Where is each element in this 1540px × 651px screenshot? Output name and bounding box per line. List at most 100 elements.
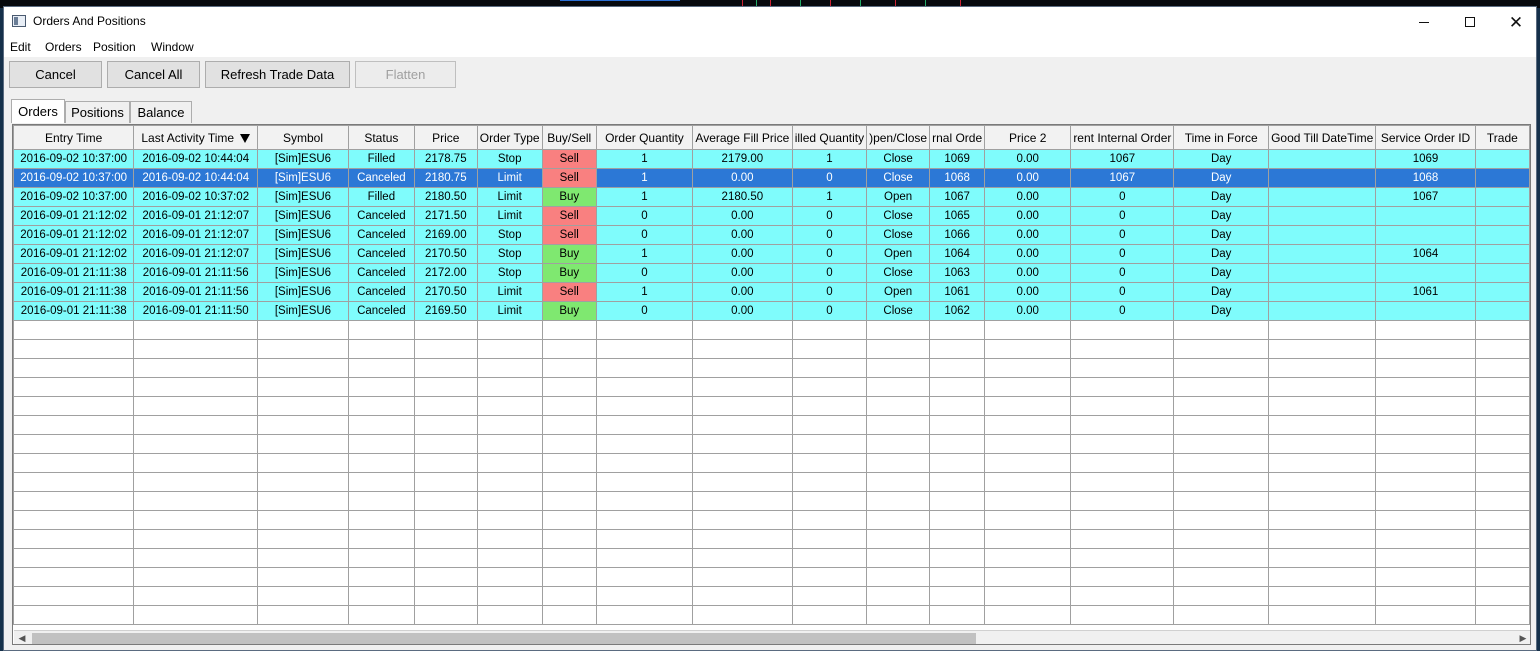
empty-cell [691,434,793,454]
cancel-button[interactable]: Cancel [9,61,102,88]
scroll-right-icon[interactable]: ▶ [1515,631,1530,644]
table-row[interactable]: 2016-09-01 21:12:02 2016-09-01 21:12:07 [S… [13,244,1530,264]
menu-position[interactable]: Position [93,40,136,54]
empty-cell [791,320,868,340]
column-header[interactable]: illed Quantity [791,125,868,150]
empty-cell [1070,339,1175,359]
menu-edit[interactable]: Edit [10,40,31,54]
flatten-button[interactable]: Flatten [355,61,456,88]
column-header-label: Good Till DateTime [1271,130,1374,145]
column-header[interactable]: Price [413,125,478,150]
column-header[interactable]: Trade [1474,125,1530,150]
empty-cell [1173,567,1270,587]
table-row[interactable]: 2016-09-02 10:37:00 2016-09-02 10:44:04 [S… [13,168,1530,188]
empty-cell [13,339,135,359]
table-cell: Close [866,301,931,321]
column-header[interactable]: Service Order ID [1375,125,1476,150]
empty-cell [347,453,415,473]
table-cell: 2016-09-01 21:11:50 [133,301,259,321]
table-cell: 0.00 [984,187,1072,207]
table-cell: Limit [476,282,543,302]
empty-cell [413,586,478,606]
empty-cell [133,548,259,568]
menu-orders[interactable]: Orders [45,40,82,54]
table-cell: 2016-09-01 21:11:38 [13,282,135,302]
column-header-label: Last Activity Time [141,130,235,145]
table-cell: Filled [347,187,415,207]
table-row[interactable]: 2016-09-02 10:37:00 2016-09-02 10:44:04 [S… [13,149,1530,169]
empty-cell [929,339,986,359]
table-cell: 2016-09-01 21:11:56 [133,282,259,302]
column-header[interactable]: rent Internal Order [1070,125,1175,150]
table-row[interactable]: 2016-09-01 21:11:38 2016-09-01 21:11:56 [S… [13,263,1530,283]
empty-cell [929,605,986,625]
column-header[interactable]: Status [347,125,415,150]
empty-cell [133,415,259,435]
table-cell: 0 [1070,263,1175,283]
empty-cell [541,491,597,511]
empty-cell [1375,529,1476,549]
table-cell: Canceled [347,263,415,283]
empty-cell [413,434,478,454]
column-header[interactable]: Price 2 [984,125,1072,150]
empty-cell [257,567,349,587]
table-cell: Limit [476,206,543,226]
table-cell: 1062 [929,301,986,321]
column-header[interactable]: Average Fill Price [691,125,793,150]
table-cell: 0.00 [984,206,1072,226]
table-row[interactable]: 2016-09-02 10:37:00 2016-09-02 10:37:02 [S… [13,187,1530,207]
empty-cell [691,396,793,416]
empty-cell [866,567,931,587]
empty-cell [347,529,415,549]
column-header[interactable]: Last Activity Time [133,125,259,150]
table-cell: Limit [476,168,543,188]
column-header[interactable]: Buy/Sell [541,125,597,150]
tab-balance[interactable]: Balance [130,101,192,123]
table-row[interactable]: 2016-09-01 21:11:38 2016-09-01 21:11:56 [S… [13,282,1530,302]
column-header[interactable]: Order Type [476,125,543,150]
horizontal-scrollbar[interactable]: ◀ ▶ [14,630,1530,644]
empty-cell [1474,320,1530,340]
empty-cell [13,605,135,625]
empty-row [13,377,1530,397]
empty-cell [929,377,986,397]
empty-cell [1375,491,1476,511]
table-cell: 1069 [1375,149,1476,169]
menu-window[interactable]: Window [151,40,194,54]
column-header[interactable]: Good Till DateTime [1268,125,1377,150]
column-header[interactable]: )pen/Close [866,125,931,150]
empty-cell [929,510,986,530]
scroll-left-icon[interactable]: ◀ [14,631,30,644]
refresh-trade-data-button[interactable]: Refresh Trade Data [205,61,350,88]
empty-cell [257,339,349,359]
minimize-button[interactable] [1401,7,1447,37]
column-header[interactable]: Time in Force [1173,125,1270,150]
column-header[interactable]: Entry Time [13,125,135,150]
table-row[interactable]: 2016-09-01 21:12:02 2016-09-01 21:12:07 [S… [13,225,1530,245]
empty-row [13,415,1530,435]
column-header[interactable]: Symbol [257,125,349,150]
empty-row [13,605,1530,625]
table-row[interactable]: 2016-09-01 21:11:38 2016-09-01 21:11:50 [S… [13,301,1530,321]
empty-cell [413,358,478,378]
table-cell: Day [1173,187,1270,207]
table-cell [1474,282,1530,302]
table-cell: [Sim]ESU6 [257,149,349,169]
empty-cell [1375,358,1476,378]
tab-positions[interactable]: Positions [65,101,130,123]
empty-row [13,320,1530,340]
tab-orders[interactable]: Orders [11,99,65,123]
title-bar[interactable]: Orders And Positions ✕ [4,7,1536,37]
column-header[interactable]: rnal Orde [929,125,986,150]
empty-cell [929,567,986,587]
cancel-all-button[interactable]: Cancel All [107,61,200,88]
maximize-button[interactable] [1447,7,1493,37]
empty-cell [133,396,259,416]
table-cell: 2179.00 [691,149,793,169]
table-cell: Close [866,263,931,283]
close-button[interactable]: ✕ [1493,7,1539,37]
column-header[interactable]: Order Quantity [595,125,693,150]
table-row[interactable]: 2016-09-01 21:12:02 2016-09-01 21:12:07 [S… [13,206,1530,226]
scrollbar-thumb[interactable] [32,633,976,644]
empty-cell [541,396,597,416]
